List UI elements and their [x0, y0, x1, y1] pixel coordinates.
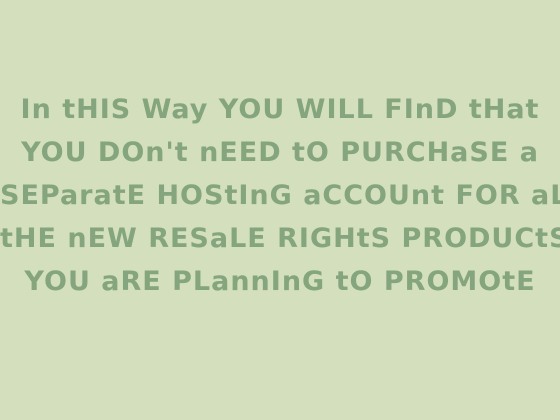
- slide-background: In tHIS Way YOU WILL FInD tHat YOU DOn't…: [0, 0, 560, 420]
- slide-text-line-3: SEParatE HOStInG aCCOUnt FOR aLL: [0, 180, 560, 211]
- slide-text-line-2: YOU DOn't nEED tO PURCHaSE a: [21, 137, 539, 168]
- slide-text-line-4: tHE nEW RESaLE RIGHtS PRODUCtS: [0, 223, 560, 254]
- slide-text-line-5: YOU aRE PLannInG tO PROMOtE: [24, 266, 536, 297]
- slide-text: In tHIS Way YOU WILL FInD tHat YOU DOn't…: [0, 88, 560, 303]
- slide-text-line-1: In tHIS Way YOU WILL FInD tHat: [20, 94, 540, 125]
